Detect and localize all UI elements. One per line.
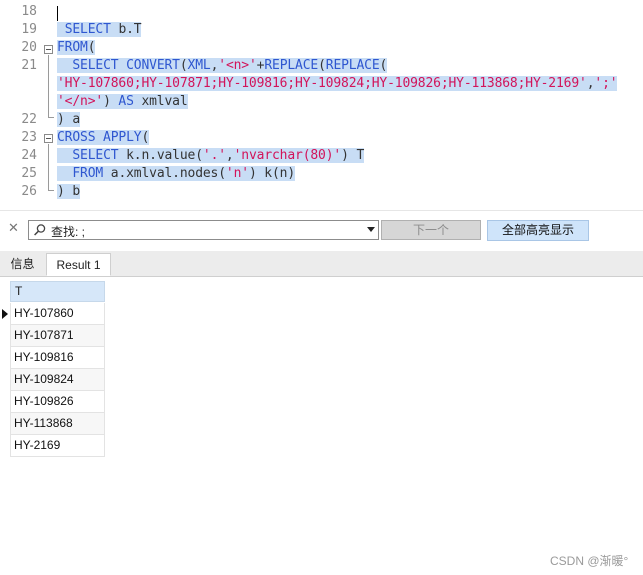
table-row[interactable]: HY-109816 [0,347,106,369]
code-text: FROM a.xmlval.nodes('n') k(n) [57,165,295,183]
code-line-21-wrap: 'HY-107860;HY-107871;HY-109816;HY-109824… [0,75,643,93]
code-line-18: 18 [0,3,643,21]
table-row[interactable]: HY-109824 [0,369,106,391]
search-input[interactable]: 查找: ; [51,223,85,240]
table-cell[interactable]: HY-2169 [10,435,105,457]
table-cell[interactable]: HY-109816 [10,347,105,369]
line-number: 25 [21,166,37,181]
code-line-24: 24 SELECT k.n.value('.','nvarchar(80)') … [0,147,643,165]
code-text: CROSS APPLY( [57,130,150,145]
line-number: 24 [21,148,37,163]
current-row-icon [2,309,8,319]
line-number: 18 [21,4,37,19]
line-number: 21 [21,58,37,73]
table-cell[interactable]: HY-107871 [10,325,105,347]
code-text: SELECT CONVERT(XML,'<n>'+REPLACE(REPLACE… [57,57,387,75]
code-text: SELECT b.T [57,21,142,39]
close-icon[interactable]: ✕ [8,220,19,236]
tab-info[interactable]: 信息 [0,253,45,276]
code-line-20: 20 FROM( [0,39,643,57]
code-line-21: 21 SELECT CONVERT(XML,'<n>'+REPLACE(REPL… [0,57,643,75]
code-text: ) b [57,184,81,199]
table-cell[interactable]: HY-109824 [10,369,105,391]
code-text: 'HY-107860;HY-107871;HY-109816;HY-109824… [57,76,618,91]
table-row[interactable]: HY-2169 [0,435,106,457]
code-line-19: 19 SELECT b.T [0,21,643,39]
code-text: ) a [57,112,81,127]
line-number: 22 [21,112,37,127]
code-line-22: 22 ) a [0,111,643,129]
highlight-all-button[interactable]: 全部高亮显示 [487,220,589,241]
column-header-t[interactable]: T [10,281,105,302]
table-cell[interactable]: HY-107860 [10,303,105,325]
code-line-21-wrap: '</n>') AS xmlval [0,93,643,111]
table-row[interactable]: HY-113868 [0,413,106,435]
code-line-26: 26 ) b [0,183,643,201]
code-text: '</n>') AS xmlval [57,94,188,109]
table-cell[interactable]: HY-113868 [10,413,105,435]
line-number: 20 [21,40,37,55]
text-caret [57,6,58,21]
code-text: FROM( [57,40,96,55]
table-row[interactable]: HY-107860 [0,303,106,325]
search-combobox[interactable]: 查找: ; [28,220,379,240]
table-row[interactable]: HY-109826 [0,391,106,413]
code-line-23: 23 CROSS APPLY( [0,129,643,147]
tab-result-1[interactable]: Result 1 [46,253,111,276]
watermark: CSDN @渐暖° [550,554,629,568]
code-text: SELECT k.n.value('.','nvarchar(80)') T [57,147,364,165]
chevron-down-icon[interactable] [367,227,375,232]
find-bar: ✕ 查找: ; 下一个 全部高亮显示 [0,210,643,249]
line-number: 19 [21,22,37,37]
table-cell[interactable]: HY-109826 [10,391,105,413]
table-row[interactable]: HY-107871 [0,325,106,347]
line-number: 26 [21,184,37,199]
result-tabs: 信息 Result 1 [0,251,643,277]
find-next-button[interactable]: 下一个 [381,220,481,240]
search-icon [34,224,46,236]
line-number: 23 [21,130,37,145]
sql-editor[interactable]: 18 19 SELECT b.T 20 FROM( 21 SELECT CONV… [0,0,643,207]
code-line-25: 25 FROM a.xmlval.nodes('n') k(n) [0,165,643,183]
